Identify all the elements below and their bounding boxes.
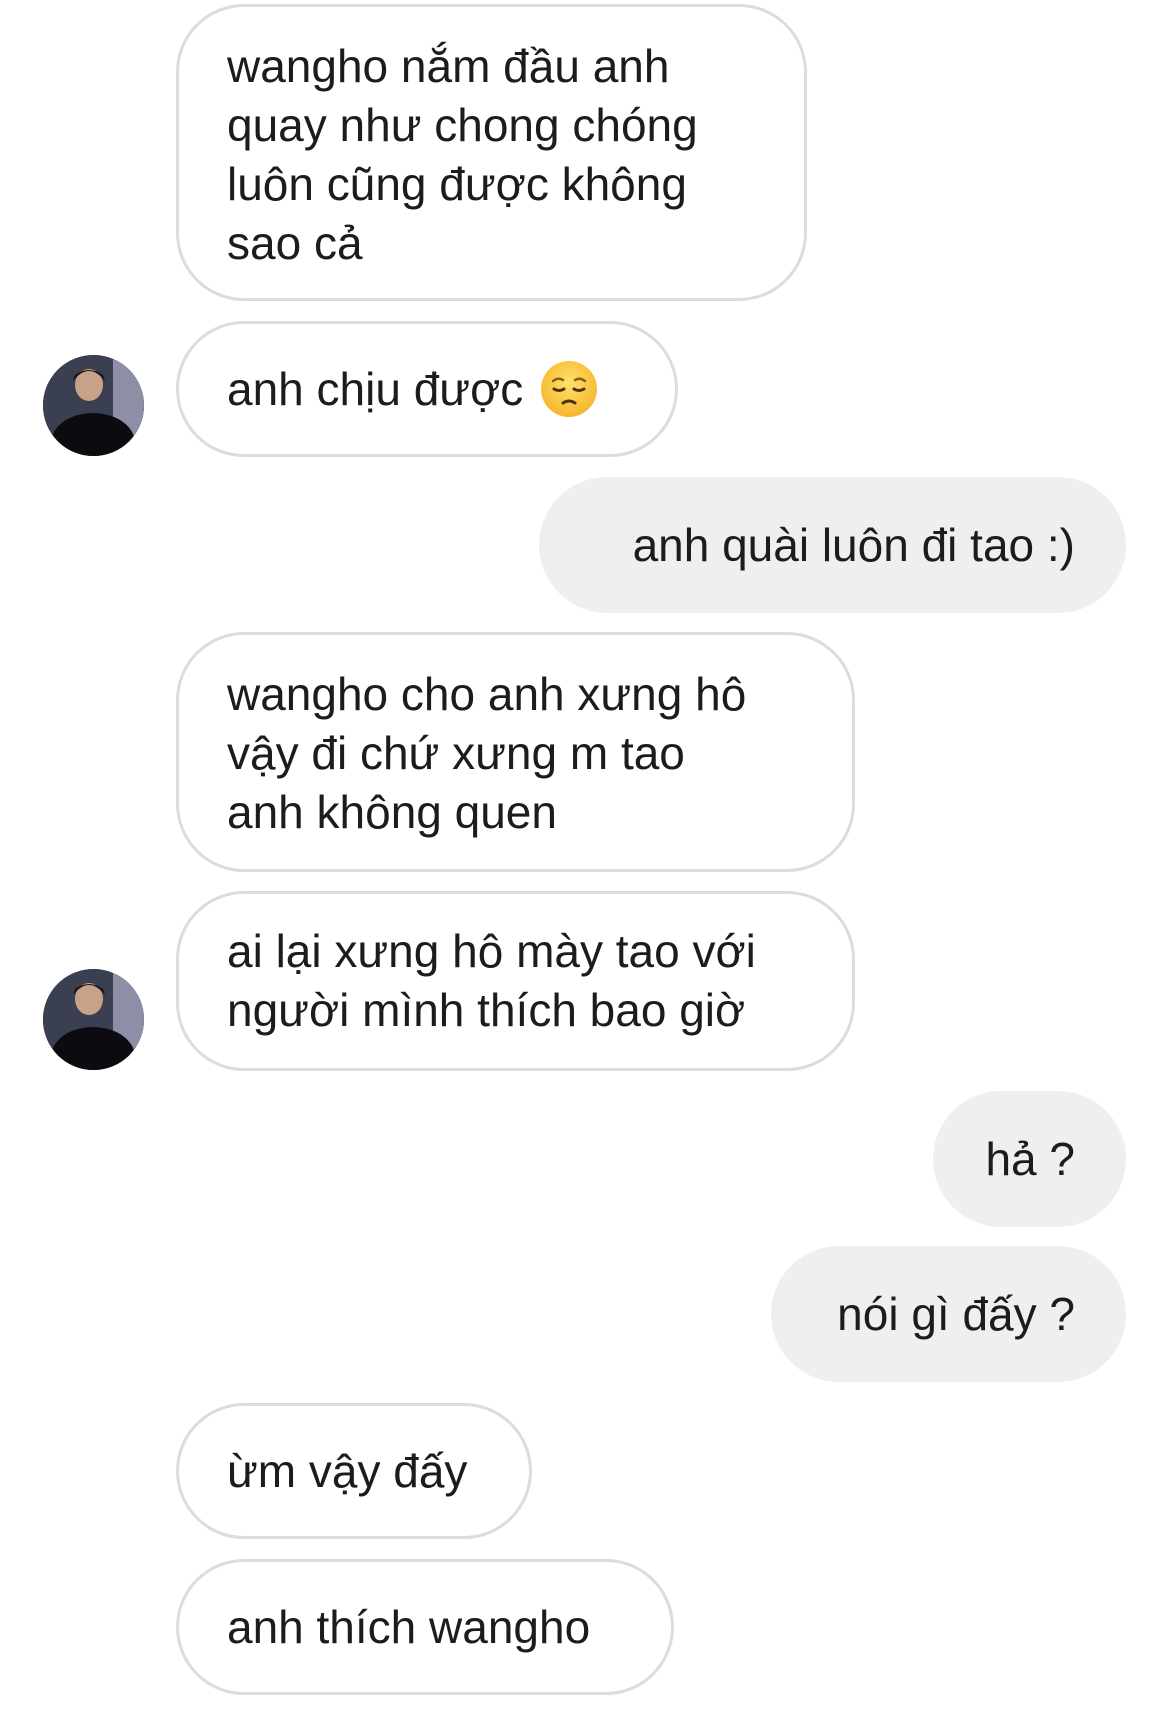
avatar-photo-icon	[43, 355, 144, 456]
message-bubble-incoming[interactable]: wangho nắm đầu anh quay như chong chóng …	[176, 4, 807, 301]
message-bubble-outgoing[interactable]: nói gì đấy ?	[771, 1246, 1126, 1382]
message-bubble-incoming[interactable]: ừm vậy đấy	[176, 1403, 532, 1539]
message-bubble-incoming[interactable]: ai lại xưng hô mày tao với người mình th…	[176, 891, 855, 1071]
message-text: hả ?	[985, 1132, 1075, 1185]
message-bubble-incoming[interactable]: anh thích wangho	[176, 1559, 674, 1695]
message-text: anh quài luôn đi tao :)	[632, 518, 1075, 571]
contact-avatar[interactable]	[43, 969, 144, 1070]
message-bubble-incoming[interactable]: anh chịu được	[176, 321, 678, 457]
message-text: ai lại xưng hô mày tao với người mình th…	[227, 925, 756, 1036]
message-text: wangho nắm đầu anh quay như chong chóng …	[227, 40, 698, 269]
message-bubble-outgoing[interactable]: anh quài luôn đi tao :)	[539, 477, 1126, 613]
message-bubble-incoming[interactable]: wangho cho anh xưng hô vậy đi chứ xưng m…	[176, 632, 855, 872]
message-text: anh chịu được	[227, 362, 524, 415]
contact-avatar[interactable]	[43, 355, 144, 456]
message-text: ừm vậy đấy	[227, 1444, 468, 1497]
pensive-face-emoji-icon	[541, 361, 598, 417]
message-text: anh thích wangho	[227, 1600, 591, 1653]
message-bubble-outgoing[interactable]: hả ?	[933, 1091, 1126, 1227]
avatar-photo-icon	[43, 969, 144, 1070]
message-text: wangho cho anh xưng hô vậy đi chứ xưng m…	[227, 668, 747, 838]
message-text: nói gì đấy ?	[837, 1287, 1075, 1340]
